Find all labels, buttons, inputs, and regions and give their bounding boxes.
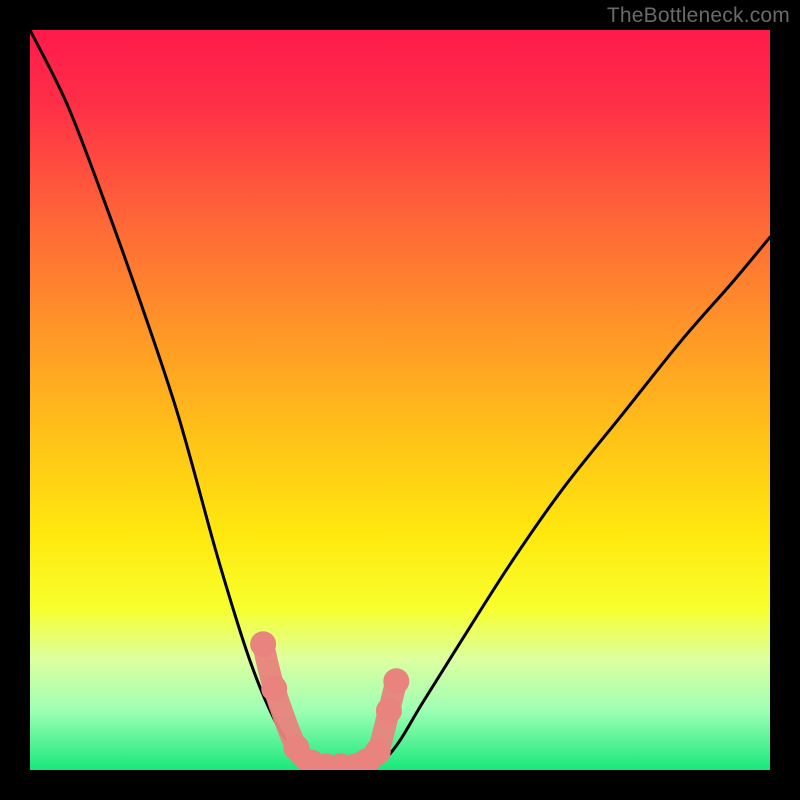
marker-dot <box>376 698 402 724</box>
gradient-backdrop <box>30 30 770 770</box>
marker-dot <box>250 631 276 657</box>
chart-frame <box>30 30 770 770</box>
marker-dot <box>261 676 287 702</box>
bottleneck-chart <box>30 30 770 770</box>
watermark-text: TheBottleneck.com <box>607 4 790 28</box>
marker-dot <box>383 668 409 694</box>
marker-dot <box>365 739 391 765</box>
